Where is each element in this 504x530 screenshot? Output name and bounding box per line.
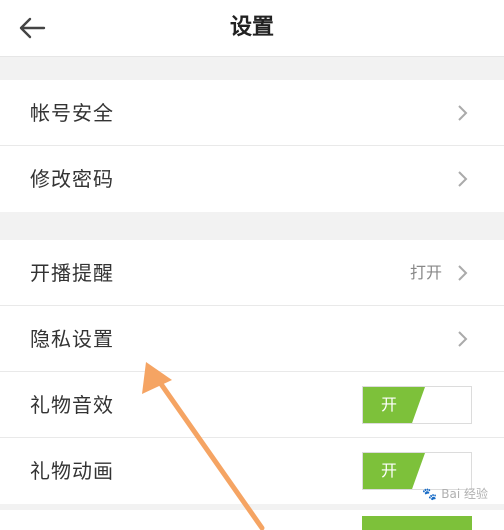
top-bar: 设置	[0, 0, 504, 57]
toggle-on-label: 开	[363, 387, 425, 423]
setting-row-partial	[0, 510, 504, 530]
gift-sound-toggle[interactable]: 开	[362, 386, 472, 424]
chevron-right-icon	[458, 331, 468, 347]
general-group: 开播提醒 打开 隐私设置 礼物音效 开 礼物动画 开	[0, 240, 504, 504]
page-title: 设置	[229, 15, 274, 40]
setting-label: 修改密码	[30, 167, 114, 191]
setting-label: 帐号安全	[30, 101, 114, 125]
setting-label: 开播提醒	[30, 261, 114, 285]
setting-account-security[interactable]: 帐号安全	[0, 80, 504, 146]
setting-label: 礼物动画	[30, 459, 114, 483]
toggle-on-label: 开	[363, 453, 425, 489]
setting-privacy[interactable]: 隐私设置	[0, 306, 504, 372]
paw-icon: 🐾	[422, 486, 438, 501]
watermark: 🐾 Bai 经验	[422, 485, 488, 502]
watermark-text: Bai 经验	[441, 487, 488, 501]
toggle-partial	[362, 516, 472, 530]
setting-value: 打开	[409, 263, 442, 282]
chevron-right-icon	[458, 171, 468, 187]
account-group: 帐号安全 修改密码	[0, 80, 504, 212]
setting-change-password[interactable]: 修改密码	[0, 146, 504, 212]
chevron-right-icon	[458, 105, 468, 121]
chevron-right-icon	[458, 265, 468, 281]
setting-label: 礼物音效	[30, 393, 114, 417]
setting-live-reminder[interactable]: 开播提醒 打开	[0, 240, 504, 306]
setting-label: 隐私设置	[30, 327, 114, 351]
setting-gift-sound: 礼物音效 开	[0, 372, 504, 438]
